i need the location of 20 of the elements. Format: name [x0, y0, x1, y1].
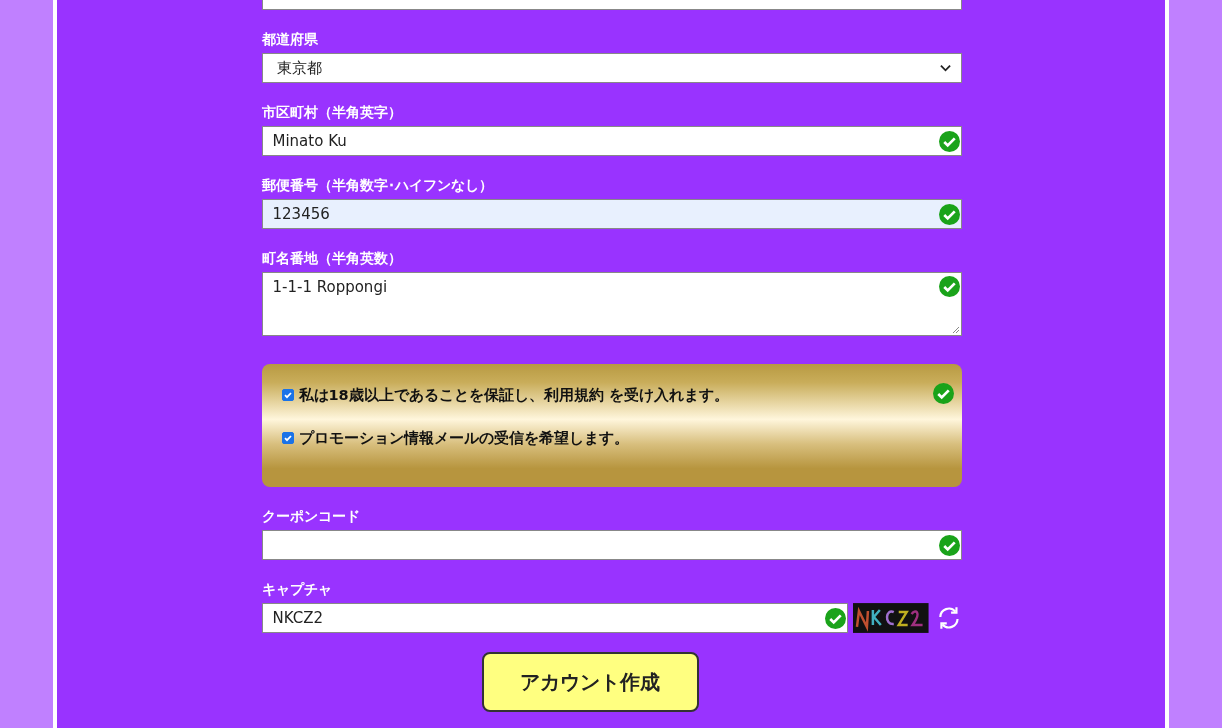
field-label: 郵便番号（半角数字･ハイフンなし） [261, 176, 494, 194]
coupon-input[interactable] [261, 530, 962, 560]
field-label: クーポンコード [261, 507, 361, 525]
field-label: キャプチャ [261, 580, 333, 598]
checkbox[interactable] [281, 389, 294, 401]
chevron-down-icon [939, 64, 951, 72]
prefecture-select[interactable]: 東京都 [261, 53, 962, 83]
textarea-field[interactable]: 1-1-1 Roppongi [261, 272, 962, 336]
input-field[interactable]: 123456 [261, 199, 962, 229]
create-account-button[interactable]: アカウント作成 [481, 652, 699, 712]
checkbox[interactable] [281, 432, 294, 444]
captcha-input[interactable]: NKCZ2 [261, 603, 849, 633]
resize-grip-icon [951, 326, 960, 334]
field-label: 町名番地（半角英数） [261, 249, 403, 267]
field-label: 市区町村（半角英字） [261, 103, 403, 121]
input-field[interactable] [261, 0, 962, 10]
input-field[interactable]: Minato Ku [261, 126, 962, 156]
checkbox-label: 私は18歳以上であることを保証し、利用規約 を受け入れます。 [298, 385, 729, 405]
checkbox-label: プロモーション情報メールの受信を希望します。 [298, 428, 629, 448]
field-label: 都道府県 [261, 30, 319, 48]
